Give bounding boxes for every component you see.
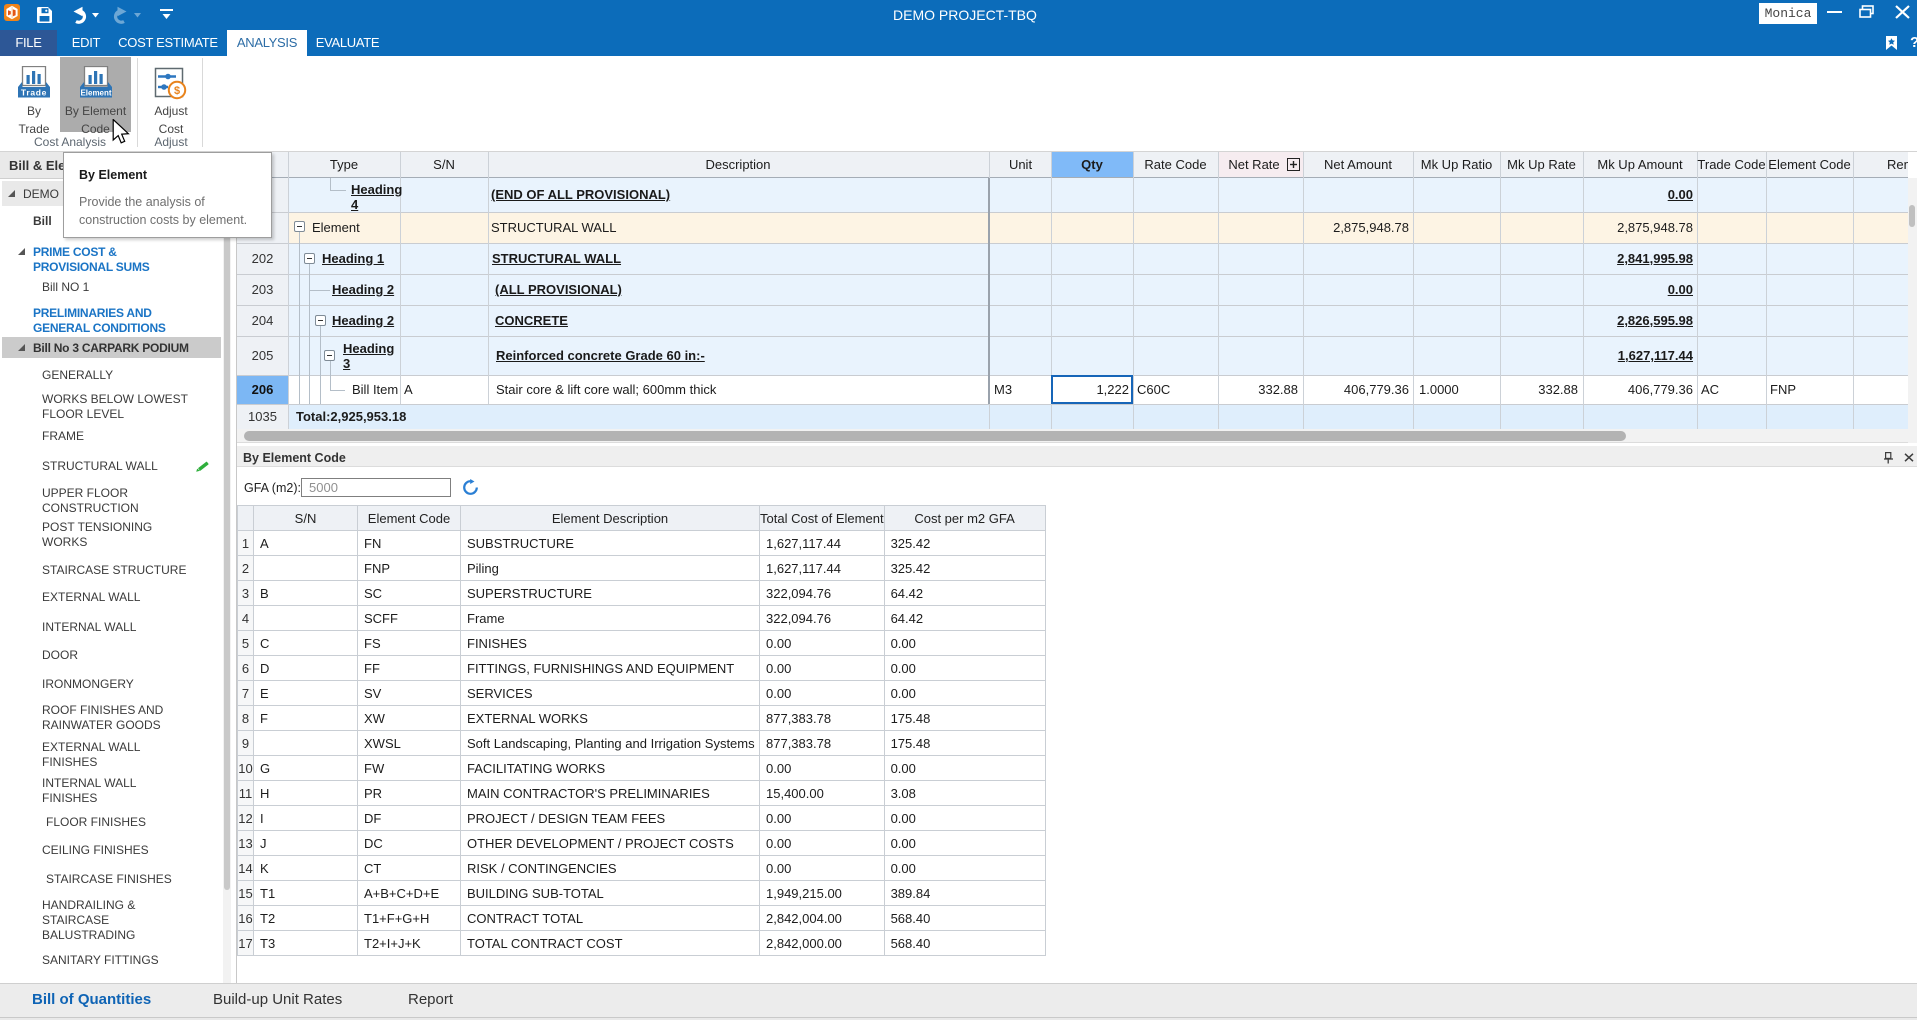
svg-text:Element: Element xyxy=(80,89,111,98)
svg-text:$: $ xyxy=(174,85,180,97)
svg-text:Trade: Trade xyxy=(21,88,47,98)
